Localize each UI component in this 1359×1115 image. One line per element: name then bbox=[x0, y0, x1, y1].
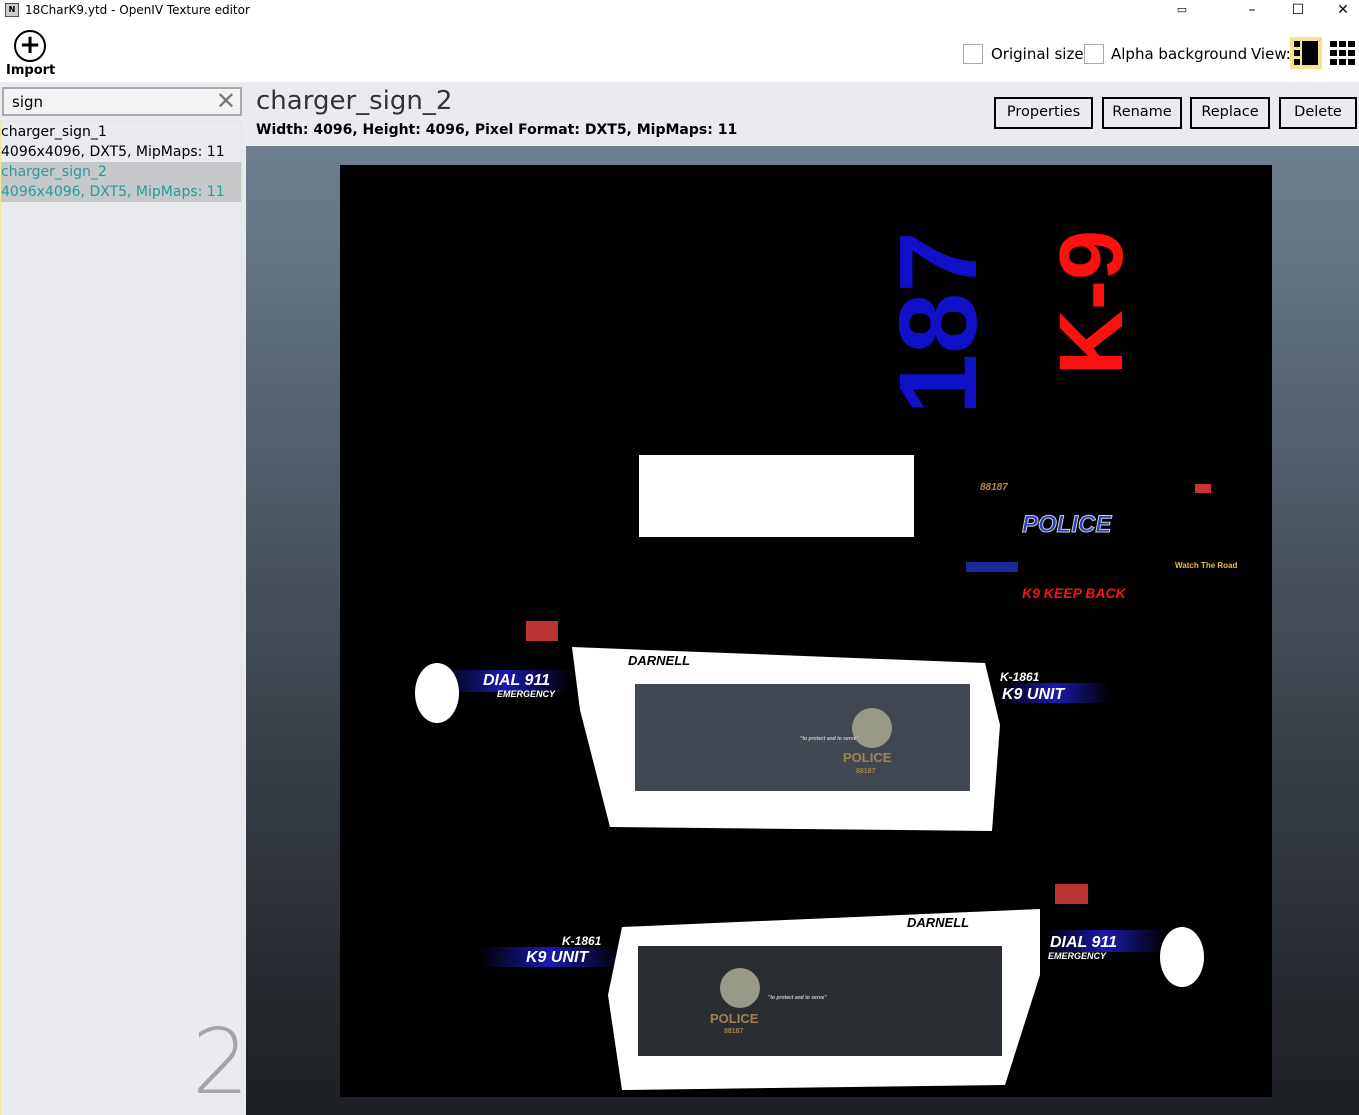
dial-911-text: DIAL 911 bbox=[1050, 934, 1117, 951]
darnell-text: DARNELL bbox=[628, 653, 690, 668]
darnell-text: DARNELL bbox=[907, 915, 969, 930]
flag-icon bbox=[526, 621, 558, 641]
watch-road-decal: Watch The Road bbox=[1175, 561, 1237, 570]
k-number-text: K-1861 bbox=[562, 934, 602, 948]
alpha-background-checkbox[interactable] bbox=[1084, 44, 1104, 64]
grid-view-icon bbox=[1330, 41, 1355, 65]
seal-police-text: POLICE bbox=[710, 1011, 759, 1026]
texture-number: 187 bbox=[877, 231, 1000, 415]
k9-dog-icon bbox=[415, 663, 459, 723]
item-name: charger_sign_1 bbox=[1, 124, 107, 140]
view-label: View: bbox=[1251, 45, 1291, 63]
seal-number: 88187 bbox=[724, 1028, 744, 1035]
search-box[interactable]: ✕ bbox=[2, 87, 242, 116]
seal-number: 88187 bbox=[856, 768, 876, 775]
k9-dog-icon bbox=[1160, 927, 1204, 987]
k9-unit-text: K9 UNIT bbox=[1002, 686, 1065, 703]
tablet-mode-icon[interactable]: ▭ bbox=[1159, 0, 1205, 22]
replace-button[interactable]: Replace bbox=[1190, 97, 1270, 129]
flag-icon bbox=[1195, 484, 1211, 493]
texture-list: charger_sign_1 4096x4096, DXT5, MipMaps:… bbox=[0, 121, 242, 1115]
motto-text: "to protect and to serve" bbox=[768, 995, 827, 1001]
texture-title: charger_sign_2 bbox=[256, 86, 453, 116]
rename-button[interactable]: Rename bbox=[1102, 97, 1182, 129]
plus-circle-icon: + bbox=[14, 30, 46, 62]
dial-911-text: DIAL 911 bbox=[483, 672, 550, 689]
original-size-checkbox[interactable] bbox=[963, 44, 983, 64]
white-panel bbox=[639, 455, 914, 537]
texture-k9: K-9 bbox=[1042, 230, 1142, 375]
single-view-icon bbox=[1294, 41, 1318, 65]
clear-search-icon[interactable]: ✕ bbox=[216, 89, 236, 114]
search-input[interactable] bbox=[4, 89, 204, 115]
close-button[interactable]: ✕ bbox=[1320, 0, 1359, 22]
flag-icon bbox=[1055, 884, 1088, 904]
seal-icon bbox=[720, 968, 760, 1008]
police-logo: POLICE bbox=[1022, 511, 1112, 538]
item-info: 4096x4096, DXT5, MipMaps: 11 bbox=[1, 184, 225, 200]
motto-text: "to protect and to serve" bbox=[800, 736, 859, 742]
texture-info: Width: 4096, Height: 4096, Pixel Format:… bbox=[256, 122, 738, 138]
original-size-label: Original size bbox=[991, 45, 1084, 63]
title-bar: N 18CharK9.ytd - OpenIV Texture editor ▭… bbox=[0, 0, 1359, 22]
alpha-background-label: Alpha background bbox=[1111, 45, 1248, 63]
emergency-text: EMERGENCY bbox=[497, 689, 556, 699]
properties-button[interactable]: Properties bbox=[994, 97, 1093, 129]
unit-number: 88187 bbox=[980, 482, 1008, 493]
maximize-button[interactable]: ☐ bbox=[1275, 0, 1321, 22]
texture-preview: 187 K-9 88187 POLICE Watch The Road K9 K… bbox=[340, 165, 1272, 1097]
window-title: 18CharK9.ytd - OpenIV Texture editor bbox=[25, 3, 250, 17]
item-count: 2 bbox=[192, 1010, 250, 1115]
emergency-text: EMERGENCY bbox=[1048, 951, 1107, 961]
seal-police-text: POLICE bbox=[843, 750, 892, 765]
k9-unit-text: K9 UNIT bbox=[526, 949, 589, 966]
decal bbox=[966, 562, 1018, 572]
app-icon: N bbox=[5, 3, 19, 17]
minimize-button[interactable]: – bbox=[1229, 0, 1275, 22]
list-item[interactable]: charger_sign_1 4096x4096, DXT5, MipMaps:… bbox=[1, 122, 241, 162]
delete-button[interactable]: Delete bbox=[1279, 97, 1357, 129]
item-name: charger_sign_2 bbox=[1, 164, 107, 180]
k-number-text: K-1861 bbox=[1000, 670, 1040, 684]
single-view-button[interactable] bbox=[1290, 37, 1322, 69]
import-label: Import bbox=[6, 63, 56, 78]
grid-view-button[interactable] bbox=[1330, 41, 1355, 69]
import-button[interactable]: + Import bbox=[6, 28, 56, 78]
seal-icon bbox=[852, 708, 892, 748]
keep-back-text: K9 KEEP BACK bbox=[1022, 585, 1127, 601]
item-info: 4096x4096, DXT5, MipMaps: 11 bbox=[1, 144, 225, 160]
list-item[interactable]: charger_sign_2 4096x4096, DXT5, MipMaps:… bbox=[1, 162, 241, 202]
